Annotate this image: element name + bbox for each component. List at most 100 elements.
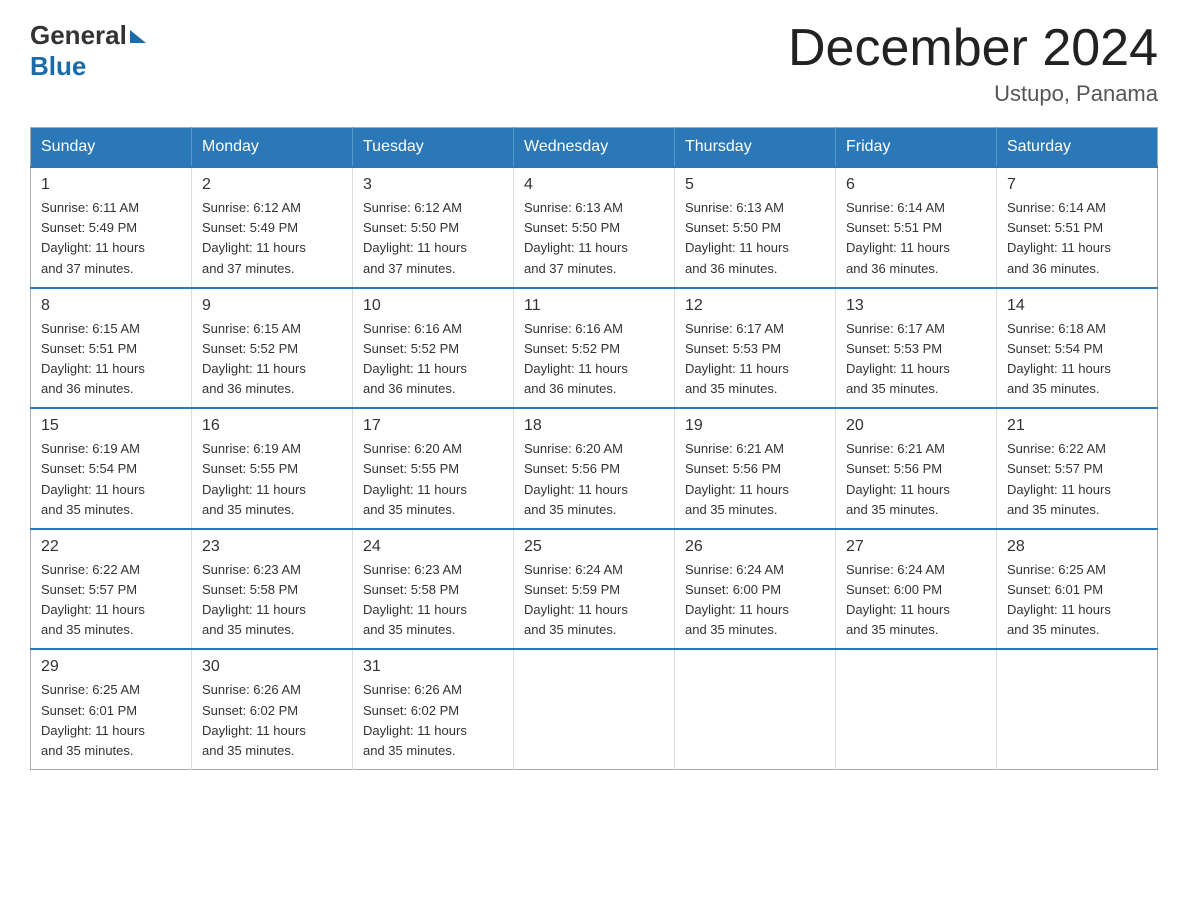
week-row-4: 22 Sunrise: 6:22 AMSunset: 5:57 PMDayligh… bbox=[31, 529, 1158, 650]
day-info: Sunrise: 6:21 AMSunset: 5:56 PMDaylight:… bbox=[846, 439, 986, 520]
day-info: Sunrise: 6:24 AMSunset: 5:59 PMDaylight:… bbox=[524, 560, 664, 641]
day-number: 21 bbox=[1007, 417, 1147, 435]
calendar-cell: 3Sunrise: 6:12 AMSunset: 5:50 PMDaylight… bbox=[353, 167, 514, 288]
calendar-cell: 8Sunrise: 6:15 AMSunset: 5:51 PMDaylight… bbox=[31, 288, 192, 409]
calendar-cell: 12 Sunrise: 6:17 AMSunset: 5:53 PMDayligh… bbox=[675, 288, 836, 409]
week-row-5: 29Sunrise: 6:25 AMSunset: 6:01 PMDayligh… bbox=[31, 649, 1158, 769]
day-number: 14 bbox=[1007, 297, 1147, 315]
calendar-cell: 22 Sunrise: 6:22 AMSunset: 5:57 PMDayligh… bbox=[31, 529, 192, 650]
day-number: 30 bbox=[202, 658, 342, 676]
day-info: Sunrise: 6:16 AMSunset: 5:52 PMDaylight:… bbox=[363, 319, 503, 400]
day-number: 12 bbox=[685, 297, 825, 315]
header-sunday: Sunday bbox=[31, 128, 192, 168]
logo-general-text: General bbox=[30, 20, 127, 51]
day-info: Sunrise: 6:23 AMSunset: 5:58 PMDaylight:… bbox=[202, 560, 342, 641]
day-number: 1 bbox=[41, 176, 181, 194]
calendar-cell: 9 Sunrise: 6:15 AMSunset: 5:52 PMDaylight… bbox=[192, 288, 353, 409]
day-info: Sunrise: 6:26 AMSunset: 6:02 PMDaylight:… bbox=[363, 680, 503, 761]
logo-blue-text: Blue bbox=[30, 51, 86, 81]
header-monday: Monday bbox=[192, 128, 353, 168]
calendar-cell: 10 Sunrise: 6:16 AMSunset: 5:52 PMDayligh… bbox=[353, 288, 514, 409]
calendar-cell: 15 Sunrise: 6:19 AMSunset: 5:54 PMDayligh… bbox=[31, 408, 192, 529]
day-number: 26 bbox=[685, 538, 825, 556]
logo-triangle-icon bbox=[130, 30, 146, 43]
calendar-cell: 14Sunrise: 6:18 AMSunset: 5:54 PMDayligh… bbox=[997, 288, 1158, 409]
day-number: 25 bbox=[524, 538, 664, 556]
week-row-1: 1 Sunrise: 6:11 AMSunset: 5:49 PMDaylight… bbox=[31, 167, 1158, 288]
calendar-table: SundayMondayTuesdayWednesdayThursdayFrid… bbox=[30, 127, 1158, 770]
calendar-cell: 1 Sunrise: 6:11 AMSunset: 5:49 PMDaylight… bbox=[31, 167, 192, 288]
calendar-header-row: SundayMondayTuesdayWednesdayThursdayFrid… bbox=[31, 128, 1158, 168]
calendar-cell: 13 Sunrise: 6:17 AMSunset: 5:53 PMDayligh… bbox=[836, 288, 997, 409]
day-info: Sunrise: 6:13 AMSunset: 5:50 PMDaylight:… bbox=[685, 198, 825, 279]
calendar-cell: 21 Sunrise: 6:22 AMSunset: 5:57 PMDayligh… bbox=[997, 408, 1158, 529]
day-info: Sunrise: 6:22 AMSunset: 5:57 PMDaylight:… bbox=[41, 560, 181, 641]
calendar-cell bbox=[675, 649, 836, 769]
day-info: Sunrise: 6:19 AMSunset: 5:54 PMDaylight:… bbox=[41, 439, 181, 520]
day-number: 15 bbox=[41, 417, 181, 435]
day-info: Sunrise: 6:17 AMSunset: 5:53 PMDaylight:… bbox=[685, 319, 825, 400]
calendar-cell: 31 Sunrise: 6:26 AMSunset: 6:02 PMDayligh… bbox=[353, 649, 514, 769]
day-number: 9 bbox=[202, 297, 342, 315]
calendar-cell: 28 Sunrise: 6:25 AMSunset: 6:01 PMDayligh… bbox=[997, 529, 1158, 650]
day-number: 23 bbox=[202, 538, 342, 556]
day-info: Sunrise: 6:11 AMSunset: 5:49 PMDaylight:… bbox=[41, 198, 181, 279]
calendar-cell: 25 Sunrise: 6:24 AMSunset: 5:59 PMDayligh… bbox=[514, 529, 675, 650]
calendar-cell: 24Sunrise: 6:23 AMSunset: 5:58 PMDayligh… bbox=[353, 529, 514, 650]
calendar-cell: 20 Sunrise: 6:21 AMSunset: 5:56 PMDayligh… bbox=[836, 408, 997, 529]
day-info: Sunrise: 6:25 AMSunset: 6:01 PMDaylight:… bbox=[1007, 560, 1147, 641]
day-number: 6 bbox=[846, 176, 986, 194]
day-info: Sunrise: 6:15 AMSunset: 5:51 PMDaylight:… bbox=[41, 319, 181, 400]
day-info: Sunrise: 6:26 AMSunset: 6:02 PMDaylight:… bbox=[202, 680, 342, 761]
logo: General Blue bbox=[30, 20, 146, 82]
day-number: 19 bbox=[685, 417, 825, 435]
day-number: 22 bbox=[41, 538, 181, 556]
week-row-2: 8Sunrise: 6:15 AMSunset: 5:51 PMDaylight… bbox=[31, 288, 1158, 409]
day-number: 3 bbox=[363, 176, 503, 194]
page-header: General Blue December 2024 Ustupo, Panam… bbox=[30, 20, 1158, 107]
day-info: Sunrise: 6:22 AMSunset: 5:57 PMDaylight:… bbox=[1007, 439, 1147, 520]
day-number: 10 bbox=[363, 297, 503, 315]
day-number: 16 bbox=[202, 417, 342, 435]
day-info: Sunrise: 6:17 AMSunset: 5:53 PMDaylight:… bbox=[846, 319, 986, 400]
day-info: Sunrise: 6:14 AMSunset: 5:51 PMDaylight:… bbox=[1007, 198, 1147, 279]
day-info: Sunrise: 6:20 AMSunset: 5:56 PMDaylight:… bbox=[524, 439, 664, 520]
day-info: Sunrise: 6:19 AMSunset: 5:55 PMDaylight:… bbox=[202, 439, 342, 520]
calendar-cell: 6 Sunrise: 6:14 AMSunset: 5:51 PMDaylight… bbox=[836, 167, 997, 288]
calendar-cell: 30 Sunrise: 6:26 AMSunset: 6:02 PMDayligh… bbox=[192, 649, 353, 769]
day-number: 18 bbox=[524, 417, 664, 435]
day-number: 4 bbox=[524, 176, 664, 194]
day-number: 13 bbox=[846, 297, 986, 315]
calendar-cell: 7 Sunrise: 6:14 AMSunset: 5:51 PMDaylight… bbox=[997, 167, 1158, 288]
calendar-cell: 26 Sunrise: 6:24 AMSunset: 6:00 PMDayligh… bbox=[675, 529, 836, 650]
header-friday: Friday bbox=[836, 128, 997, 168]
header-thursday: Thursday bbox=[675, 128, 836, 168]
day-number: 11 bbox=[524, 297, 664, 315]
calendar-cell: 11Sunrise: 6:16 AMSunset: 5:52 PMDayligh… bbox=[514, 288, 675, 409]
week-row-3: 15 Sunrise: 6:19 AMSunset: 5:54 PMDayligh… bbox=[31, 408, 1158, 529]
header-wednesday: Wednesday bbox=[514, 128, 675, 168]
calendar-cell: 4 Sunrise: 6:13 AMSunset: 5:50 PMDaylight… bbox=[514, 167, 675, 288]
day-number: 20 bbox=[846, 417, 986, 435]
day-number: 29 bbox=[41, 658, 181, 676]
header-tuesday: Tuesday bbox=[353, 128, 514, 168]
calendar-cell: 17Sunrise: 6:20 AMSunset: 5:55 PMDayligh… bbox=[353, 408, 514, 529]
calendar-cell bbox=[997, 649, 1158, 769]
day-info: Sunrise: 6:20 AMSunset: 5:55 PMDaylight:… bbox=[363, 439, 503, 520]
calendar-cell: 2Sunrise: 6:12 AMSunset: 5:49 PMDaylight… bbox=[192, 167, 353, 288]
day-number: 7 bbox=[1007, 176, 1147, 194]
day-info: Sunrise: 6:13 AMSunset: 5:50 PMDaylight:… bbox=[524, 198, 664, 279]
header-saturday: Saturday bbox=[997, 128, 1158, 168]
day-info: Sunrise: 6:12 AMSunset: 5:49 PMDaylight:… bbox=[202, 198, 342, 279]
location-text: Ustupo, Panama bbox=[788, 81, 1158, 107]
day-number: 31 bbox=[363, 658, 503, 676]
day-info: Sunrise: 6:14 AMSunset: 5:51 PMDaylight:… bbox=[846, 198, 986, 279]
day-info: Sunrise: 6:15 AMSunset: 5:52 PMDaylight:… bbox=[202, 319, 342, 400]
day-info: Sunrise: 6:24 AMSunset: 6:00 PMDaylight:… bbox=[685, 560, 825, 641]
day-number: 28 bbox=[1007, 538, 1147, 556]
day-number: 27 bbox=[846, 538, 986, 556]
day-number: 24 bbox=[363, 538, 503, 556]
calendar-cell: 16 Sunrise: 6:19 AMSunset: 5:55 PMDayligh… bbox=[192, 408, 353, 529]
day-number: 5 bbox=[685, 176, 825, 194]
month-title: December 2024 bbox=[788, 20, 1158, 77]
